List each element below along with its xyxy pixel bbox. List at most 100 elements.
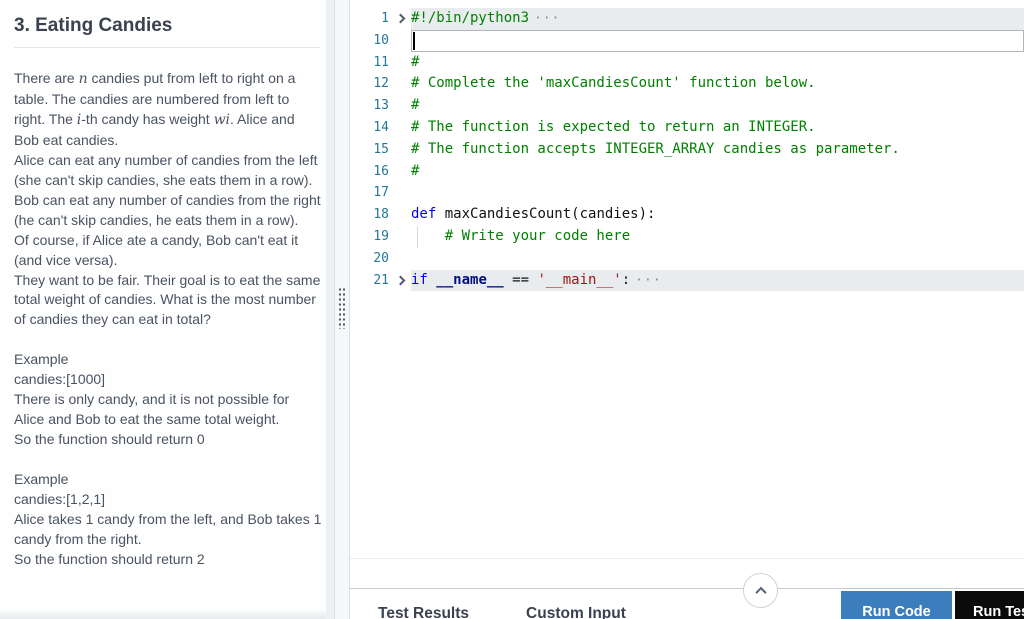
console-tabs: Test Results Custom Input	[378, 605, 626, 619]
gutter-fold-column	[389, 73, 411, 95]
math-var: i	[76, 111, 82, 128]
gutter-fold-column	[389, 139, 411, 161]
problem-paragraph: candies:[1,2,1]	[14, 491, 106, 508]
code-token-comment: #	[411, 162, 420, 179]
folded-code-ellipsis[interactable]: ···	[635, 273, 661, 288]
chevron-up-icon	[754, 586, 767, 598]
line-number: 13	[373, 98, 389, 114]
line-number: 17	[373, 185, 389, 201]
title-divider	[14, 47, 320, 48]
code-line-content[interactable]: #	[411, 52, 1024, 74]
collapse-console-button[interactable]	[743, 573, 778, 608]
code-token-comment: # The function accepts INTEGER_ARRAY can…	[411, 140, 900, 157]
code-line-content[interactable]: # Complete the 'maxCandiesCount' functio…	[411, 73, 1024, 95]
problem-paragraph: Alice can eat any number of candies from…	[14, 151, 318, 188]
problem-panel: 3. Eating Candies There are n candies pu…	[0, 0, 334, 619]
code-line[interactable]: 1 #!/bin/python3 ···	[350, 8, 1024, 30]
gutter-fold-column	[389, 161, 411, 183]
code-token-plain: ==	[503, 271, 538, 288]
problem-paragraph: So the function should return 0	[14, 431, 205, 448]
code-token-keyword: def	[411, 206, 437, 223]
code-token-comment: # The function is expected to return an …	[411, 118, 816, 135]
gutter-fold-column	[389, 248, 411, 270]
code-line[interactable]: 17	[350, 182, 1024, 204]
line-number: 14	[373, 119, 389, 135]
code-token-variable: __name__	[436, 271, 504, 288]
math-var: n	[78, 71, 88, 87]
gutter-fold-column	[389, 8, 411, 30]
code-line[interactable]: 11 #	[350, 52, 1024, 74]
folded-code-ellipsis[interactable]: ···	[534, 11, 560, 26]
drag-handle-icon	[338, 287, 346, 329]
code-line[interactable]: 14 # The function is expected to return a…	[350, 117, 1024, 139]
line-number: 21	[373, 272, 389, 288]
line-number: 19	[373, 228, 389, 244]
code-line-content[interactable]: if __name__ == '__main__': ···	[411, 269, 1024, 292]
code-line-content[interactable]: # The function is expected to return an …	[411, 117, 1024, 139]
problem-scrollbar-track[interactable]	[326, 0, 334, 619]
problem-paragraph: Example	[14, 471, 69, 488]
gutter-fold-column	[389, 182, 411, 204]
code-line[interactable]: 18 def maxCandiesCount(candies):	[350, 204, 1024, 226]
code-line-content[interactable]: # The function accepts INTEGER_ARRAY can…	[411, 139, 1024, 161]
problem-paragraph: So the function should return 2	[14, 550, 205, 567]
code-token-comment: # Write your code here	[444, 227, 631, 244]
console-tab-test-results[interactable]: Test Results	[378, 605, 469, 619]
gutter-fold-column	[389, 52, 411, 74]
code-token-keyword: if	[411, 271, 428, 288]
code-line-content[interactable]	[411, 30, 1024, 52]
line-number: 16	[373, 163, 389, 179]
code-line[interactable]: 19 # Write your code here	[350, 225, 1024, 248]
app-root: 3. Eating Candies There are n candies pu…	[0, 0, 1024, 619]
code-token-comment: #	[411, 53, 420, 70]
console-bar: Test Results Custom Input Run Code Run Te…	[350, 573, 1024, 619]
code-token-comment: #!/bin/python3	[411, 10, 530, 26]
problem-paragraph: Example	[14, 351, 69, 368]
fold-chevron-icon[interactable]	[395, 275, 405, 286]
run-tests-button[interactable]: Run Tests	[955, 591, 1024, 619]
code-token-string: '__main__'	[537, 271, 622, 288]
code-line-content[interactable]	[411, 248, 1024, 270]
line-number: 10	[373, 32, 389, 48]
code-line[interactable]: 10	[350, 30, 1024, 52]
code-line-content[interactable]	[411, 182, 1024, 204]
problem-paragraph: Of course, if Alice ate a candy, Bob can…	[14, 231, 299, 268]
editor-pane: 1 #!/bin/python3 ··· 10 11 #12 # Complete the …	[350, 0, 1024, 619]
code-line[interactable]: 13 #	[350, 95, 1024, 117]
gutter-fold-column	[389, 30, 411, 52]
code-line-content[interactable]: #	[411, 161, 1024, 183]
problem-title: 3. Eating Candies	[14, 15, 173, 36]
code-token-plain: :	[621, 271, 631, 288]
code-line[interactable]: 12 # Complete the 'maxCandiesCount' funct…	[350, 73, 1024, 95]
gutter-fold-column	[389, 226, 411, 248]
problem-paragraph: Bob can eat any number of candies from t…	[14, 191, 321, 228]
problem-paragraph: There are n candies put from left to rig…	[14, 70, 296, 148]
editor-bottom-divider	[350, 558, 1024, 559]
run-code-button[interactable]: Run Code	[841, 591, 952, 619]
code-editor[interactable]: 1 #!/bin/python3 ··· 10 11 #12 # Complete the …	[350, 0, 1024, 292]
gutter-fold-column	[389, 117, 411, 139]
problem-paragraph: They want to be fair. Their goal is to e…	[14, 271, 321, 328]
line-number: 11	[373, 54, 389, 70]
math-var: wi	[213, 111, 231, 128]
gutter-fold-column	[389, 270, 411, 292]
indent-guide	[417, 225, 418, 248]
code-line[interactable]: 21 if __name__ == '__main__': ···	[350, 269, 1024, 292]
gutter-fold-column	[389, 204, 411, 226]
fold-chevron-icon[interactable]	[395, 13, 405, 24]
problem-paragraph: candies:[1000]	[14, 371, 106, 388]
code-line-content[interactable]: # Write your code here	[411, 225, 1024, 248]
panel-splitter[interactable]	[334, 0, 350, 619]
gutter-fold-column	[389, 95, 411, 117]
code-line-content[interactable]: #	[411, 95, 1024, 117]
problem-paragraph: There is only candy, and it is not possi…	[14, 391, 290, 428]
code-line[interactable]: 15 # The function accepts INTEGER_ARRAY c…	[350, 139, 1024, 161]
problem-paragraph: Alice takes 1 candy from the left, and B…	[14, 511, 322, 548]
code-line[interactable]: 16 #	[350, 161, 1024, 183]
code-line-content[interactable]: def maxCandiesCount(candies):	[411, 204, 1024, 226]
code-line[interactable]: 20	[350, 248, 1024, 270]
code-line-content[interactable]: #!/bin/python3 ···	[411, 8, 1024, 30]
panel-bottom-fade	[0, 609, 326, 619]
console-tab-custom-input[interactable]: Custom Input	[526, 605, 626, 619]
line-number: 15	[373, 141, 389, 157]
